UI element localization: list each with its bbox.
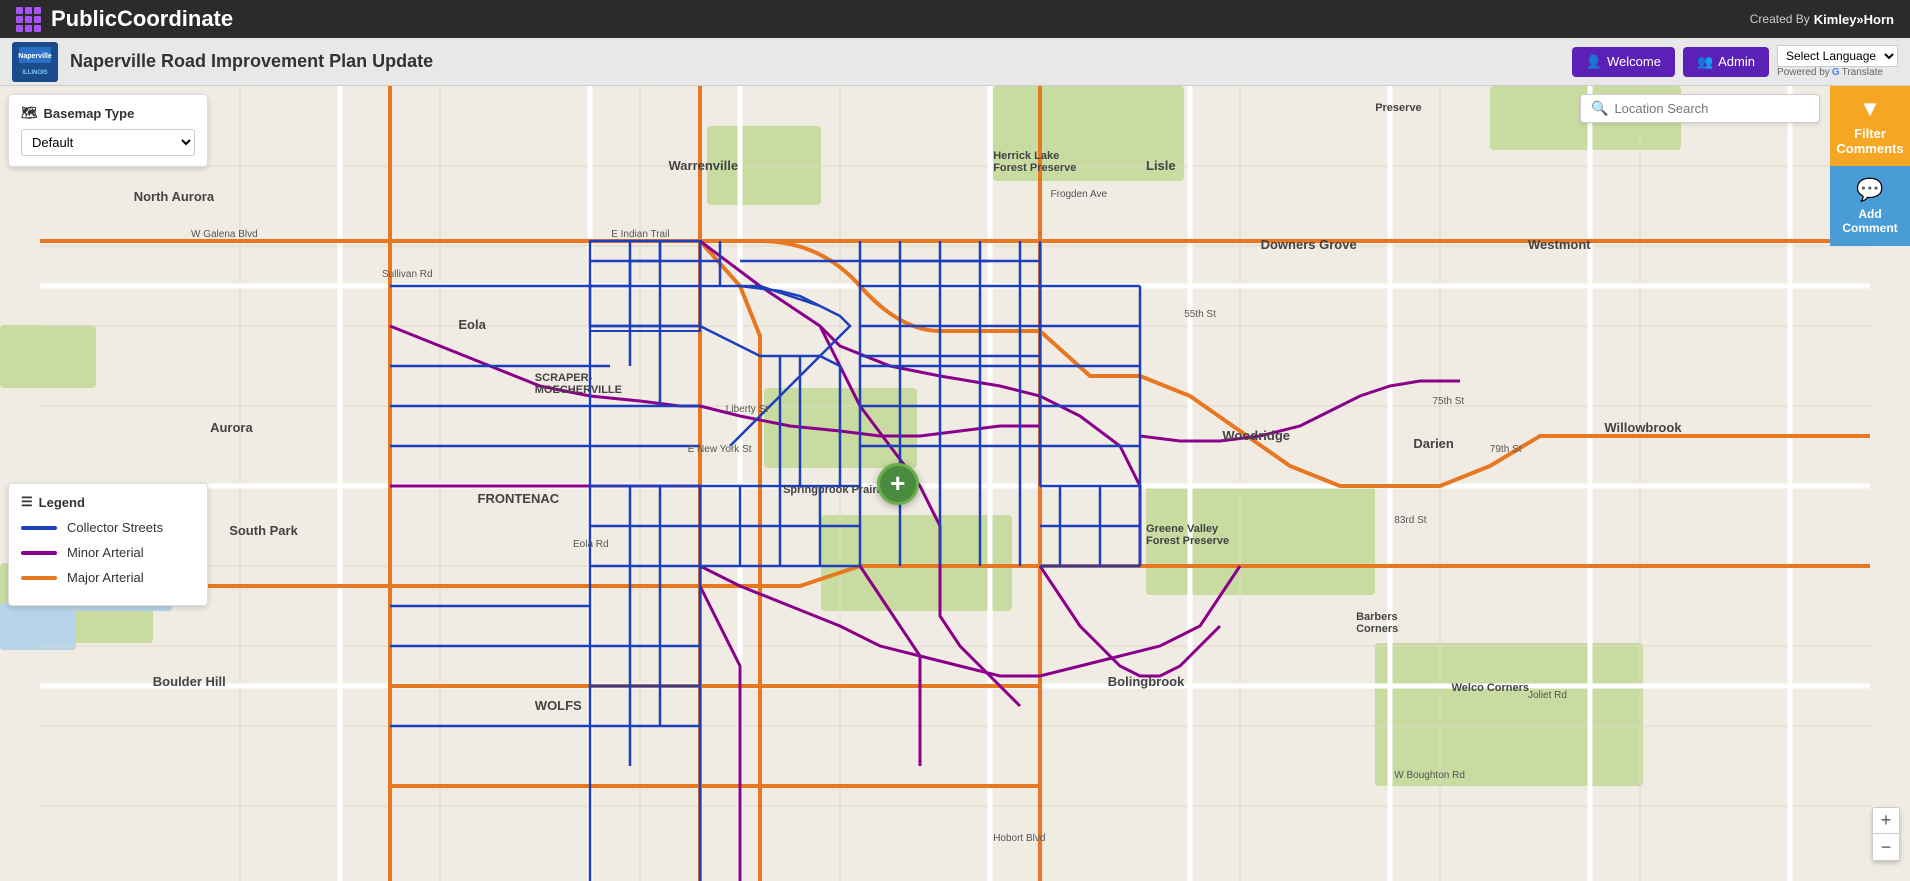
language-selector[interactable]: Select Language English Spanish French P… xyxy=(1777,45,1898,78)
legend-line-major xyxy=(21,576,57,580)
page-title: Naperville Road Improvement Plan Update xyxy=(70,51,1560,72)
basemap-header: 🗺 Basemap Type xyxy=(21,105,195,121)
search-input[interactable] xyxy=(1614,101,1809,116)
company-name: Kimley»Horn xyxy=(1814,12,1894,27)
welcome-button[interactable]: 👤 Welcome xyxy=(1572,47,1675,77)
brand-logo: PublicCoordinate xyxy=(16,6,233,32)
legend-panel: ☰ Legend Collector Streets Minor Arteria… xyxy=(8,483,208,606)
svg-text:Naperville: Naperville xyxy=(18,53,52,60)
search-icon: 🔍 xyxy=(1591,100,1608,117)
legend-icon: ☰ xyxy=(21,494,33,510)
basemap-icon: 🗺 xyxy=(21,105,38,121)
road-network-svg xyxy=(0,86,1910,881)
legend-line-minor xyxy=(21,551,57,555)
right-panel-buttons: ▼ FilterComments 💬 AddComment xyxy=(1830,86,1910,246)
legend-header: ☰ Legend xyxy=(21,494,195,510)
brand-name: PublicCoordinate xyxy=(51,6,233,32)
zoom-in-button[interactable]: + xyxy=(1873,808,1899,834)
zoom-out-button[interactable]: − xyxy=(1873,834,1899,860)
legend-label-major: Major Arterial xyxy=(67,570,144,585)
language-select[interactable]: Select Language English Spanish French xyxy=(1777,45,1898,67)
created-by: Created By Kimley»Horn xyxy=(1750,12,1894,27)
topbar: PublicCoordinate Created By Kimley»Horn xyxy=(0,0,1910,38)
naperville-logo: Naperville ILLINOIS xyxy=(12,42,58,82)
legend-line-collector xyxy=(21,526,57,530)
legend-item-minor: Minor Arterial xyxy=(21,545,195,560)
marker-icon[interactable]: + xyxy=(877,463,919,505)
basemap-panel: 🗺 Basemap Type Default Satellite Terrain… xyxy=(8,94,208,167)
add-comment-label: AddComment xyxy=(1842,207,1897,235)
spacer xyxy=(8,175,208,475)
headerbar: Naperville ILLINOIS Naperville Road Impr… xyxy=(0,38,1910,86)
filter-label: FilterComments xyxy=(1836,126,1903,156)
search-bar[interactable]: 🔍 xyxy=(1580,94,1820,123)
zoom-controls: + − xyxy=(1872,807,1900,861)
left-panel: 🗺 Basemap Type Default Satellite Terrain… xyxy=(8,94,208,606)
comment-icon: 💬 xyxy=(1856,177,1883,203)
legend-label-minor: Minor Arterial xyxy=(67,545,144,560)
powered-by-label: Powered by G Translate xyxy=(1777,67,1898,78)
legend-item-collector: Collector Streets xyxy=(21,520,195,535)
legend-item-major: Major Arterial xyxy=(21,570,195,585)
nav-buttons: 👤 Welcome 👥 Admin Select Language Englis… xyxy=(1572,45,1898,78)
admin-icon: 👥 xyxy=(1697,54,1713,70)
add-comment-button[interactable]: 💬 AddComment xyxy=(1830,166,1910,246)
user-icon: 👤 xyxy=(1586,54,1602,70)
filter-icon: ▼ xyxy=(1859,96,1881,122)
brand-dots xyxy=(16,7,41,32)
map-container[interactable]: Warrenville North Aurora Aurora Lisle Do… xyxy=(0,86,1910,881)
filter-comments-button[interactable]: ▼ FilterComments xyxy=(1830,86,1910,166)
admin-button[interactable]: 👥 Admin xyxy=(1683,47,1769,77)
svg-text:ILLINOIS: ILLINOIS xyxy=(22,70,47,76)
basemap-select[interactable]: Default Satellite Terrain OpenStreetMap xyxy=(21,129,195,156)
location-marker[interactable]: + xyxy=(877,463,919,505)
legend-label-collector: Collector Streets xyxy=(67,520,163,535)
main-area: Warrenville North Aurora Aurora Lisle Do… xyxy=(0,86,1910,881)
